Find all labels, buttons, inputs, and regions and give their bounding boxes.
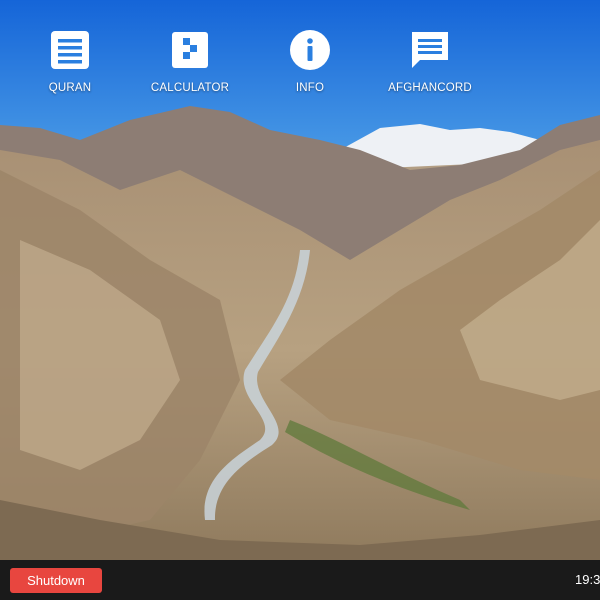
afghancord-desktop-icon[interactable]: AFGHANCORD: [375, 28, 485, 94]
taskbar: Shutdown 19:3: [0, 560, 600, 600]
info-label: INFO: [295, 82, 325, 94]
info-icon: [290, 30, 330, 70]
chat-bubble-icon: [412, 32, 448, 68]
afghancord-label: AFGHANCORD: [388, 82, 472, 94]
book-list-icon: [51, 31, 89, 69]
calculator-icon: [172, 32, 208, 68]
shutdown-button[interactable]: Shutdown: [10, 568, 102, 593]
desktop: QURAN CALCULATOR INFO AFGHANCORD Shutdow…: [0, 0, 600, 600]
clock: 19:3: [575, 572, 600, 587]
quran-desktop-icon[interactable]: QURAN: [15, 28, 125, 94]
quran-label: QURAN: [48, 82, 92, 94]
calculator-desktop-icon[interactable]: CALCULATOR: [135, 28, 245, 94]
calculator-label: CALCULATOR: [150, 82, 230, 94]
info-desktop-icon[interactable]: INFO: [255, 28, 365, 94]
